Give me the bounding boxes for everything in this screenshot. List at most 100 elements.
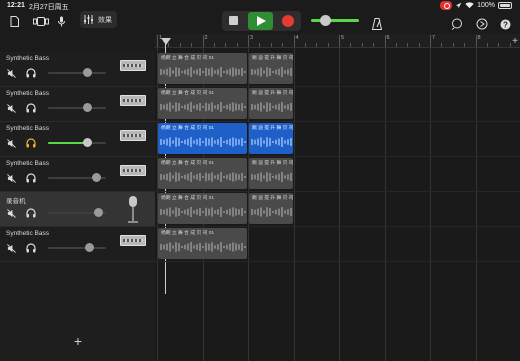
- headphones-icon[interactable]: [26, 243, 36, 253]
- audio-region[interactable]: 杨朗 立 舞 合 成 贝 司 01: [158, 158, 247, 189]
- mute-icon[interactable]: [7, 139, 16, 148]
- audio-region[interactable]: 踢 迪 提 升 舞 贝 司: [249, 53, 293, 84]
- loop-browser-icon[interactable]: [450, 13, 464, 35]
- track-volume-knob[interactable]: [84, 243, 94, 252]
- track-volume-slider[interactable]: [48, 103, 106, 112]
- track-header[interactable]: Synthetic Bass: [0, 157, 155, 192]
- ruler-tick: [202, 35, 204, 47]
- track-name: Synthetic Bass: [6, 55, 49, 62]
- ruler-tick: [191, 43, 193, 47]
- ruler-tick: [373, 43, 375, 47]
- settings-icon[interactable]: [475, 13, 489, 35]
- track-header[interactable]: Synthetic Bass: [0, 52, 155, 87]
- track-volume-fill: [48, 142, 88, 144]
- track-header[interactable]: Synthetic Bass: [0, 227, 155, 262]
- waveform: [160, 207, 246, 217]
- track-name: Synthetic Bass: [6, 90, 49, 97]
- help-icon[interactable]: ?: [499, 13, 511, 35]
- audio-region[interactable]: 杨朗 立 舞 合 成 贝 司 01: [158, 53, 247, 84]
- synth-instrument-icon[interactable]: [120, 60, 146, 71]
- track-volume-knob[interactable]: [91, 173, 101, 182]
- headphones-icon[interactable]: [26, 173, 36, 183]
- track-header[interactable]: 录音机: [0, 192, 155, 227]
- ruler-tick: [418, 43, 420, 47]
- ruler-tick: [475, 35, 477, 47]
- synth-instrument-icon[interactable]: [120, 235, 146, 246]
- ruler-tick: [509, 43, 511, 47]
- audio-region[interactable]: 杨朗 立 舞 合 成 贝 司 01: [158, 88, 247, 119]
- region-label: 踢 迪 提 升 舞 贝 司: [252, 91, 293, 96]
- stop-button[interactable]: [229, 16, 238, 25]
- master-volume-fill: [311, 19, 359, 22]
- ruler[interactable]: 12345678: [155, 34, 520, 48]
- status-time: 12:21: [7, 2, 25, 9]
- ruler-tick: [213, 43, 215, 47]
- track-volume-slider[interactable]: [48, 173, 106, 182]
- ruler-tick: [339, 35, 340, 47]
- ruler-bar-number: 3: [250, 35, 254, 41]
- synth-instrument-icon[interactable]: [120, 130, 146, 141]
- headphones-icon[interactable]: [26, 103, 36, 113]
- mute-icon[interactable]: [7, 209, 16, 218]
- track-volume-slider[interactable]: [48, 68, 106, 77]
- add-section-button[interactable]: +: [512, 36, 518, 47]
- ruler-tick: [304, 43, 306, 47]
- region-label: 杨朗 立 舞 合 成 贝 司 01: [161, 161, 215, 166]
- audio-region[interactable]: 杨朗 立 舞 合 成 贝 司 01: [158, 193, 247, 224]
- timeline[interactable]: 12345678 + 杨朗 立 舞 合 成 贝 司 01 踢 迪 提 升 舞 贝 …: [155, 34, 520, 361]
- mute-icon[interactable]: [7, 244, 16, 253]
- headphones-icon[interactable]: [26, 138, 36, 148]
- waveform: [160, 242, 246, 252]
- ruler-tick: [407, 43, 409, 47]
- audio-region[interactable]: 杨朗 立 舞 合 成 贝 司 01: [158, 228, 247, 259]
- track-volume-knob[interactable]: [83, 103, 93, 112]
- microphone-instrument-icon[interactable]: [126, 195, 140, 225]
- audio-region[interactable]: 踢 迪 提 升 舞 贝 司: [249, 193, 293, 224]
- microphone-icon[interactable]: [56, 10, 66, 32]
- waveform: [251, 137, 292, 147]
- ruler-tick: [452, 43, 454, 47]
- mute-icon[interactable]: [7, 104, 16, 113]
- track-volume-knob[interactable]: [83, 138, 93, 147]
- audio-region[interactable]: 踢 迪 提 升 舞 贝 司: [249, 158, 293, 189]
- waveform: [160, 172, 246, 182]
- track-header[interactable]: Synthetic Bass: [0, 122, 155, 157]
- record-button[interactable]: [282, 15, 294, 27]
- ruler-tick: [293, 35, 295, 47]
- metronome-icon[interactable]: [371, 13, 383, 35]
- track-headers: Synthetic Bass Synthetic Bass Synthetic Ba…: [0, 52, 155, 361]
- track-volume-knob[interactable]: [93, 208, 103, 217]
- ruler-tick: [361, 43, 363, 47]
- master-volume-slider[interactable]: [311, 15, 359, 26]
- add-track-button[interactable]: +: [72, 334, 84, 348]
- mute-icon[interactable]: [7, 174, 16, 183]
- region-label: 杨朗 立 舞 合 成 贝 司 01: [161, 196, 215, 201]
- synth-instrument-icon[interactable]: [120, 165, 146, 176]
- svg-text:?: ?: [503, 20, 508, 29]
- play-button[interactable]: [248, 12, 273, 30]
- track-header[interactable]: Synthetic Bass: [0, 87, 155, 122]
- ruler-bar-number: 7: [432, 35, 436, 41]
- ruler-tick: [236, 43, 238, 47]
- waveform: [160, 102, 246, 112]
- audio-region[interactable]: 杨朗 立 舞 合 成 贝 司 01: [158, 123, 247, 154]
- track-volume-slider[interactable]: [48, 138, 106, 147]
- mute-icon[interactable]: [7, 69, 16, 78]
- track-volume-knob[interactable]: [83, 68, 93, 77]
- audio-region[interactable]: 踢 迪 提 升 舞 贝 司: [249, 123, 293, 154]
- headphones-icon[interactable]: [26, 68, 36, 78]
- my-songs-icon[interactable]: [8, 10, 20, 32]
- region-label: 杨朗 立 舞 合 成 贝 司 01: [161, 126, 215, 131]
- fx-button[interactable]: 效果: [80, 11, 117, 28]
- tracks-view-icon[interactable]: [33, 10, 49, 32]
- audio-region[interactable]: 踢 迪 提 升 舞 贝 司: [249, 88, 293, 119]
- region-label: 杨朗 立 舞 合 成 贝 司 01: [161, 91, 215, 96]
- ruler-bar-number: 5: [341, 35, 345, 41]
- headphones-icon[interactable]: [26, 208, 36, 218]
- synth-instrument-icon[interactable]: [120, 95, 146, 106]
- track-volume-slider[interactable]: [48, 208, 106, 217]
- track-volume-slider[interactable]: [48, 243, 106, 252]
- playhead-handle[interactable]: [161, 38, 171, 45]
- ruler-tick: [350, 43, 352, 47]
- ruler-tick: [464, 43, 466, 47]
